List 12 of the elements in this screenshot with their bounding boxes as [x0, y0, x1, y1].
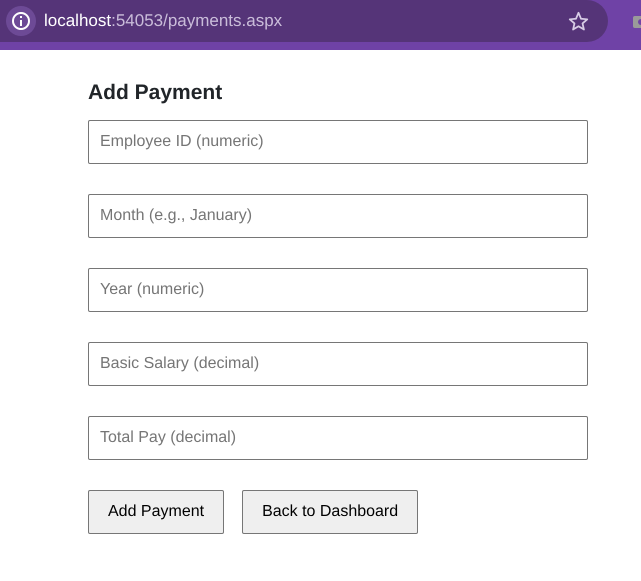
- star-icon[interactable]: [568, 11, 589, 32]
- page-title: Add Payment: [88, 80, 224, 106]
- address-bar[interactable]: [0, 0, 608, 42]
- input-field[interactable]: Employee ID (numeric): [88, 120, 588, 164]
- info-icon[interactable]: [6, 6, 36, 36]
- form-button[interactable]: Add Payment: [88, 490, 224, 534]
- input-field[interactable]: Year (numeric): [88, 268, 588, 312]
- input-field[interactable]: Total Pay (decimal): [88, 416, 588, 460]
- input-field[interactable]: Basic Salary (decimal): [88, 342, 588, 386]
- form-button[interactable]: Back to Dashboard: [242, 490, 418, 534]
- input-field[interactable]: Month (e.g., January): [88, 194, 588, 238]
- url-text: localhost:54053/payments.aspx: [44, 10, 282, 32]
